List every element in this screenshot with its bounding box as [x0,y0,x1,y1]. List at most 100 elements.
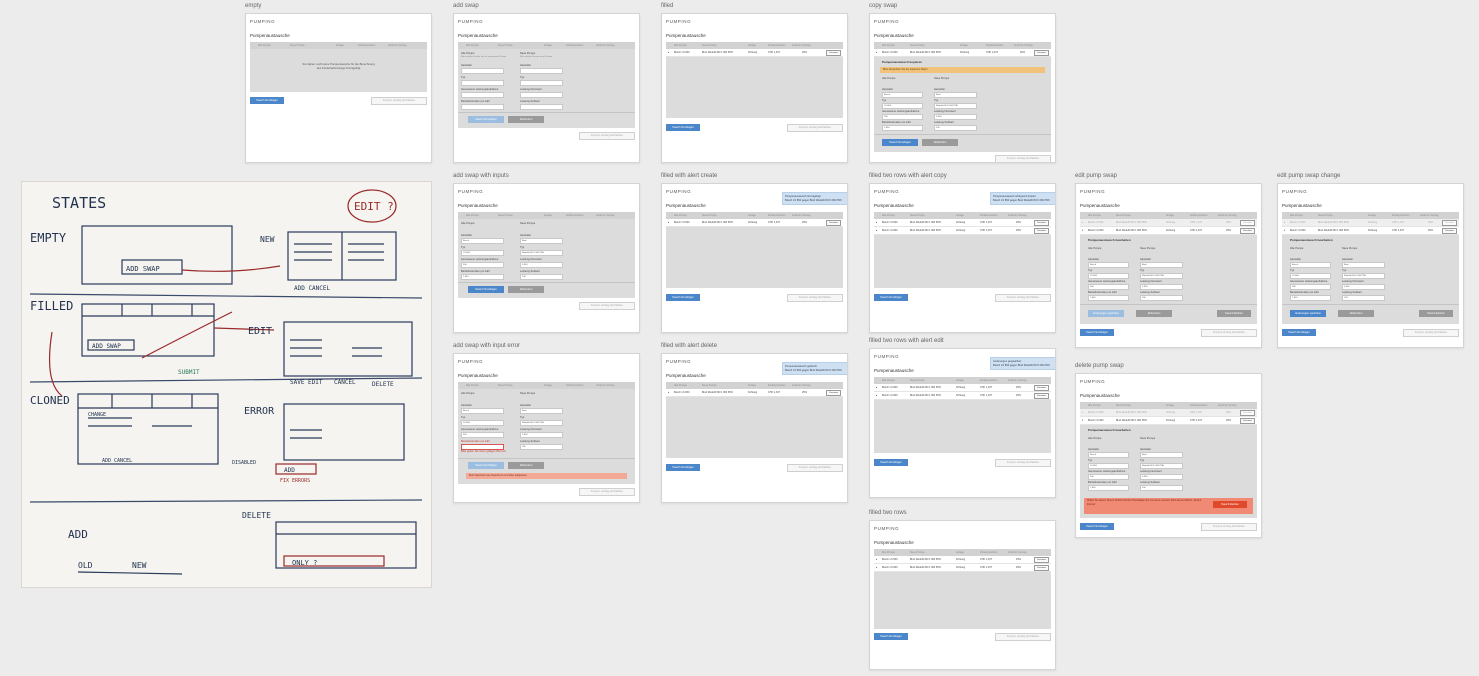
delete-swap-button[interactable]: Tausch löschen [1217,310,1251,317]
replace-button[interactable]: Ersetzen [1034,50,1049,56]
hours-input[interactable]: 1,600 [461,274,504,280]
existing-hours-input[interactable]: 100 [520,274,563,280]
chevron-right-icon[interactable]: ▸ [876,558,877,561]
existing-hours-input[interactable]: 100 [1140,295,1183,301]
save-swap-button[interactable]: Tausch hinzufügen [468,116,504,123]
replace-button[interactable]: Ersetzen [1240,228,1255,234]
hours-input[interactable]: 1,600 [1290,295,1331,301]
add-swap-button[interactable]: Tausch hinzufügen [874,633,908,640]
old-manufacturer-input[interactable]: Bosch [461,408,504,414]
chevron-right-icon[interactable]: ▸ [876,229,877,232]
chevron-right-icon[interactable]: ▸ [876,51,877,54]
chevron-down-icon[interactable]: ▾ [1082,229,1083,232]
chevron-right-icon[interactable]: ▸ [1284,221,1285,224]
old-manufacturer-input[interactable]: Bosch [882,92,923,98]
add-swap-button[interactable]: Tausch hinzufügen [250,97,284,104]
save-changes-button[interactable]: Änderungen speichern [1088,310,1124,317]
new-type-input[interactable]: Modulift 80 K 060 PN6 [1342,273,1385,279]
add-swap-button[interactable]: Tausch hinzufügen [1080,329,1114,336]
measured-power-input[interactable]: 500 [461,262,504,268]
new-type-input[interactable]: Modulift 80 K 060 PN6 [1140,273,1183,279]
add-swap-button[interactable]: Tausch hinzufügen [874,459,908,466]
contract-close-button[interactable]: Pumpen-Vertrag abschließen [371,97,427,105]
chevron-right-icon[interactable]: ▸ [876,221,877,224]
table-row[interactable]: ▸ Bosch LS 800 Bind Modulift 80 K 060 PN… [666,219,843,227]
old-manufacturer-input[interactable]: Bosch [1290,262,1331,268]
add-swap-button[interactable]: Tausch hinzufügen [666,294,700,301]
hours-input[interactable] [461,104,504,110]
new-manufacturer-input[interactable]: Bind [934,92,977,98]
old-manufacturer-input[interactable]: Bosch [461,238,504,244]
new-manufacturer-input[interactable]: Bind [520,238,563,244]
replace-button[interactable]: Ersetzen [1240,418,1255,424]
add-swap-button[interactable]: Tausch hinzufügen [1282,329,1316,336]
new-manufacturer-input[interactable]: Bind [1342,262,1385,268]
calc-power-input[interactable] [520,92,563,98]
existing-hours-input[interactable]: 100 [1342,295,1385,301]
measured-power-input[interactable]: 500 [1290,284,1331,290]
table-row[interactable]: ▸ Bosch LS 800 Bind Modulift 80 K 060 PN… [874,49,1051,57]
cancel-button[interactable]: Abbrechen [508,286,544,293]
cancel-button[interactable]: Abbrechen [508,462,544,469]
chevron-right-icon[interactable]: ▸ [876,394,877,397]
calc-power-input[interactable]: 0.300 [520,262,563,268]
existing-hours-input[interactable] [520,104,563,110]
contract-close-button[interactable]: Pumpen-Vertrag abschließen [1403,329,1459,337]
add-swap-button[interactable]: Tausch hinzufügen [666,464,700,471]
old-manufacturer-input[interactable]: Bosch [1088,262,1129,268]
contract-close-button[interactable]: Pumpen-Vertrag abschließen [579,488,635,496]
replace-button[interactable]: Ersetzen [1442,228,1457,234]
old-type-input[interactable]: LS 800 [1088,463,1129,469]
table-row[interactable]: ▸ Bosch LS 800 Bind Modulift 80 K 060 PN… [666,49,843,57]
measured-power-input[interactable] [461,92,504,98]
old-type-input[interactable]: LS 800 [1290,273,1331,279]
replace-button[interactable]: Ersetzen [1442,220,1457,226]
contract-close-button[interactable]: Pumpen-Vertrag abschließen [787,294,843,302]
calc-power-input[interactable]: 0.300 [1140,474,1183,480]
contract-close-button[interactable]: Pumpen-Vertrag abschließen [787,464,843,472]
cancel-button[interactable]: Abbrechen [1338,310,1374,317]
calc-power-input[interactable]: 0.300 [520,432,563,438]
table-row[interactable]: ▸ Bosch LS 800 Bind Modulift 80 K 060 PN… [874,219,1051,227]
calc-power-input[interactable]: 0.300 [934,114,977,120]
new-type-input[interactable]: Modulift 80 K 060 PN6 [520,250,563,256]
old-type-input[interactable]: LS 800 [1088,273,1129,279]
replace-button[interactable]: Ersetzen [826,220,841,226]
chevron-right-icon[interactable]: ▸ [1082,221,1083,224]
save-changes-button[interactable]: Änderungen speichern [1290,310,1326,317]
hours-input[interactable]: 1,600 [1088,295,1129,301]
cancel-button[interactable]: Abbrechen [922,139,958,146]
replace-button[interactable]: Ersetzen [1034,385,1049,391]
replace-button[interactable]: Ersetzen [1240,220,1255,226]
chevron-right-icon[interactable]: ▸ [1082,411,1083,414]
cancel-button[interactable]: Abbrechen [1136,310,1172,317]
existing-hours-input[interactable]: 100 [934,125,977,131]
replace-button[interactable]: Ersetzen [1034,557,1049,563]
contract-close-button[interactable]: Pumpen-Vertrag abschließen [995,633,1051,641]
contract-close-button[interactable]: Pumpen-Vertrag abschließen [787,124,843,132]
table-row[interactable]: ▸ Bosch LS 800 Bind Modulift 80 K 060 PN… [666,389,843,397]
table-row[interactable]: ▸ Bosch LS 800 Bind Modulift 80 K 060 PN… [874,227,1051,235]
save-swap-button[interactable]: Tausch hinzufügen [468,286,504,293]
chevron-right-icon[interactable]: ▸ [876,566,877,569]
calc-power-input[interactable]: 0.300 [1342,284,1385,290]
measured-power-input[interactable]: 500 [1088,474,1129,480]
old-type-input[interactable]: LS 800 [882,103,923,109]
old-manufacturer-input[interactable]: Bosch [1088,452,1129,458]
contract-close-button[interactable]: Pumpen-Vertrag abschließen [579,132,635,140]
old-type-input[interactable] [461,80,504,86]
new-manufacturer-input[interactable] [520,68,563,74]
replace-button[interactable]: Ersetzen [826,390,841,396]
contract-close-button[interactable]: Pumpen-Vertrag abschließen [579,302,635,310]
chevron-right-icon[interactable]: ▸ [668,221,669,224]
delete-swap-button[interactable]: Tausch löschen [1213,501,1247,508]
new-manufacturer-input[interactable]: Bind [1140,262,1183,268]
contract-close-button[interactable]: Pumpen-Vertrag abschließen [995,294,1051,302]
chevron-right-icon[interactable]: ▸ [668,391,669,394]
table-row[interactable]: ▸ Bosch LS 800 Bind Modulift 80 K 060 PN… [1080,409,1257,417]
chevron-down-icon[interactable]: ▾ [1284,229,1285,232]
save-swap-button[interactable]: Tausch hinzufügen [468,462,504,469]
new-type-input[interactable]: Modulift 80 K 060 PN6 [1140,463,1183,469]
hours-input[interactable]: 1,600 [882,125,923,131]
measured-power-input[interactable]: 500 [461,432,504,438]
